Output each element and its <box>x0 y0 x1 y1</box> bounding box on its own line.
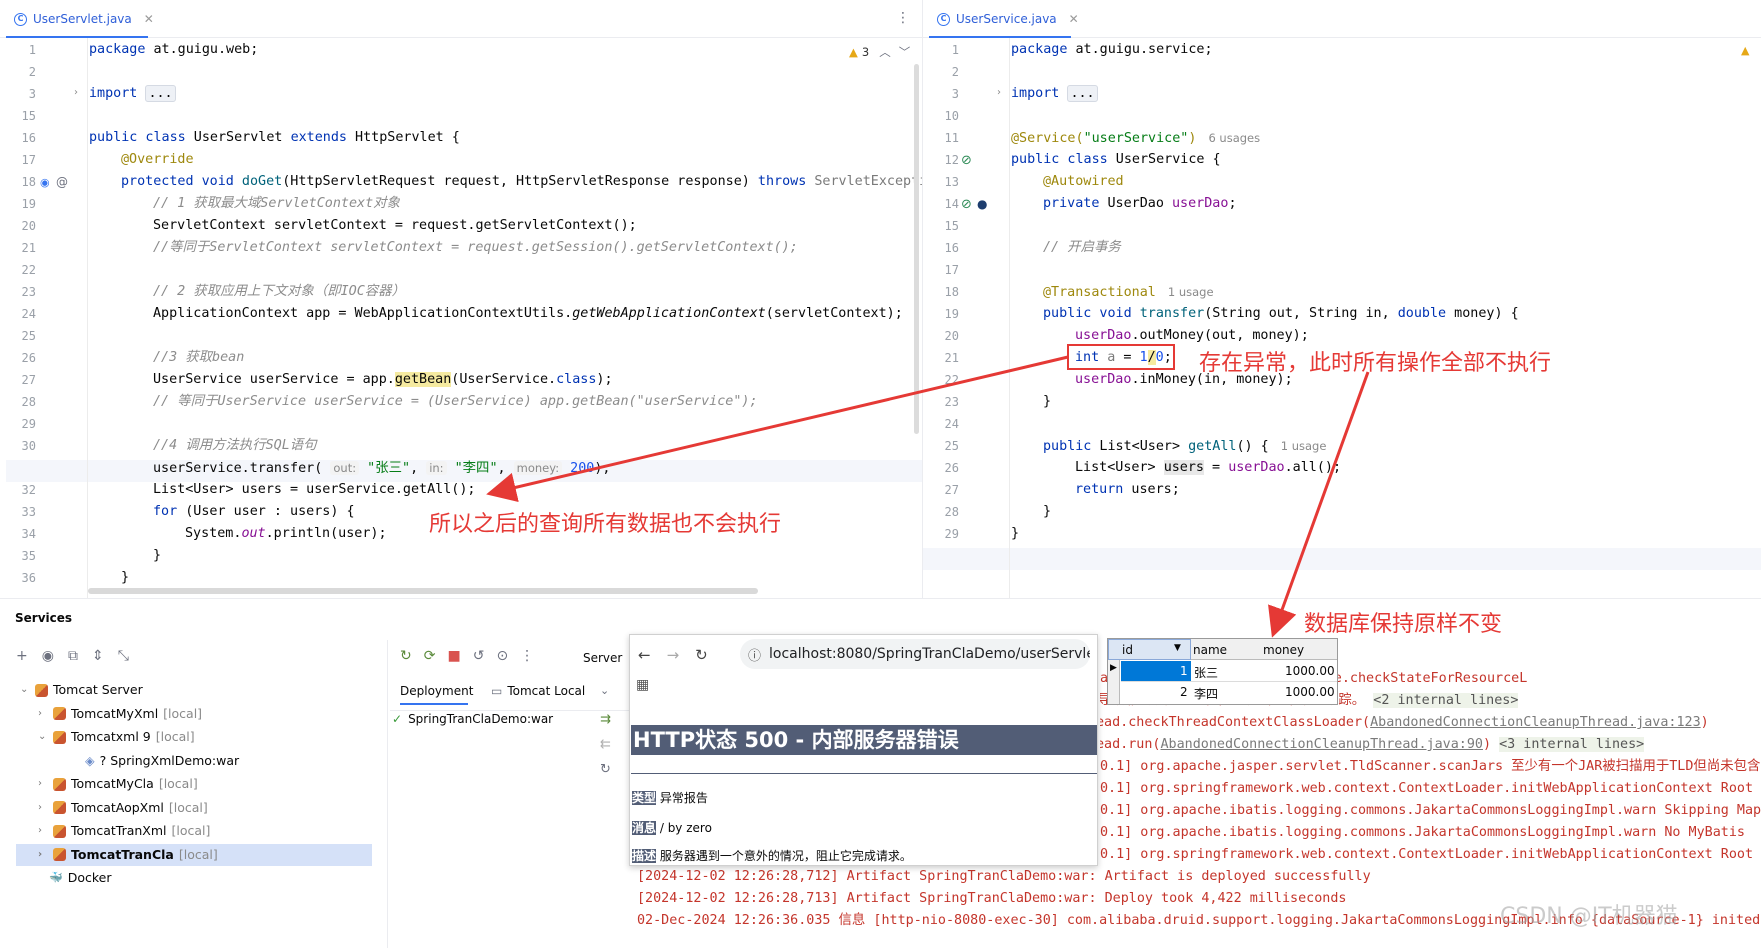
watermark: CSDN @IT机器猫 <box>1500 904 1678 929</box>
arrow-to-getall <box>486 355 1069 503</box>
annotation-arrows <box>486 355 1370 638</box>
arrow-to-database <box>1268 371 1370 638</box>
